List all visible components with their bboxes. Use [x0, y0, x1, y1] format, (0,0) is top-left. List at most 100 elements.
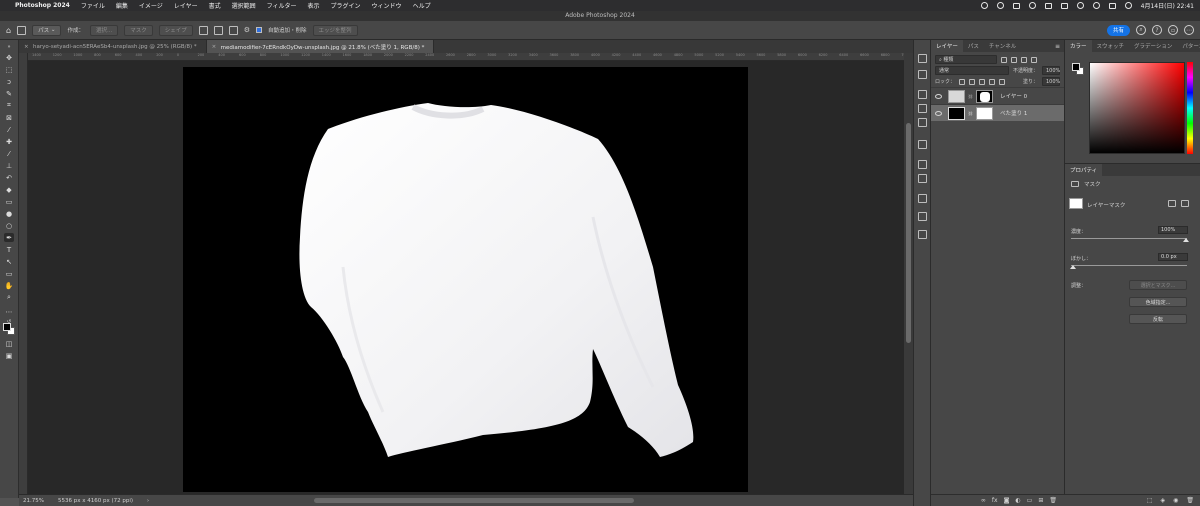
tab-paths[interactable]: パス: [963, 40, 984, 52]
battery-icon[interactable]: [1060, 2, 1068, 9]
tab-layers[interactable]: レイヤー: [931, 40, 963, 52]
color-picker-field[interactable]: [1089, 62, 1185, 154]
gear-icon[interactable]: ⚙: [244, 26, 250, 34]
styles-icon[interactable]: [918, 104, 927, 113]
type-tool-icon[interactable]: T: [4, 245, 14, 254]
eraser-tool-icon[interactable]: ◆: [4, 185, 14, 194]
quick-select-tool-icon[interactable]: ✎: [4, 89, 14, 98]
wifi-icon[interactable]: [1076, 2, 1084, 9]
close-icon[interactable]: ×: [24, 44, 29, 50]
select-and-mask-button[interactable]: 選択とマスク...: [1129, 280, 1187, 290]
adjustment-icon[interactable]: ◐: [1015, 497, 1020, 504]
hue-slider[interactable]: [1187, 62, 1193, 154]
filter-adjustment-icon[interactable]: [1011, 56, 1017, 63]
tab-swatches[interactable]: スウォッチ: [1092, 40, 1130, 52]
fill-field[interactable]: 100%: [1042, 77, 1060, 86]
lasso-tool-icon[interactable]: ↄ: [4, 77, 14, 86]
align-edges-button[interactable]: エッジを整列: [312, 24, 358, 36]
libraries-icon[interactable]: [918, 140, 927, 149]
layer-mask-thumbnail[interactable]: [976, 106, 994, 120]
control-center-icon[interactable]: [1108, 2, 1116, 9]
eyedropper-tool-icon[interactable]: ⁄: [4, 125, 14, 134]
crop-tool-icon[interactable]: ⌗: [4, 101, 14, 110]
menu-image[interactable]: イメージ: [139, 1, 163, 10]
trash-icon[interactable]: 🗑: [1049, 497, 1057, 504]
selection-button[interactable]: 選択...: [89, 24, 119, 36]
mask-button[interactable]: マスク: [124, 24, 153, 36]
adjustments-icon[interactable]: [918, 90, 927, 99]
menu-view[interactable]: 表示: [308, 1, 320, 10]
tab-patterns[interactable]: パターン: [1177, 40, 1200, 52]
zoom-level[interactable]: 21.75%: [23, 498, 44, 504]
filter-type-icon[interactable]: [1021, 56, 1027, 63]
feather-field[interactable]: 0.0 px: [1158, 253, 1188, 261]
density-field[interactable]: 100%: [1158, 226, 1188, 234]
tab-document-2[interactable]: × mediamodifier-7cERndkOyDw-unsplash.jpg…: [206, 40, 435, 53]
layer-mask-thumbnail[interactable]: [976, 89, 994, 103]
trash-icon[interactable]: 🗑: [1186, 497, 1194, 504]
lock-all-icon[interactable]: [999, 78, 1006, 85]
load-selection-icon[interactable]: ⬚: [1147, 497, 1153, 504]
auto-add-delete-checkbox[interactable]: [256, 27, 263, 33]
brush-settings-icon[interactable]: [918, 70, 927, 79]
eye-icon[interactable]: [935, 110, 942, 116]
menu-window[interactable]: ウィンドウ: [372, 1, 402, 10]
tool-mode-select[interactable]: パス ⌄: [32, 24, 62, 36]
search-icon[interactable]: ⌕: [1136, 25, 1146, 35]
pen-tool-preset-icon[interactable]: [17, 25, 27, 35]
gradient-tool-icon[interactable]: ▭: [4, 197, 14, 206]
layer-name[interactable]: レイヤー 0: [1000, 92, 1027, 100]
tab-color[interactable]: カラー: [1065, 40, 1092, 52]
siri-icon[interactable]: [1124, 2, 1132, 9]
menu-app-name[interactable]: Photoshop 2024: [15, 2, 70, 9]
density-slider-knob[interactable]: [1183, 238, 1189, 242]
rectangle-tool-icon[interactable]: ▭: [4, 269, 14, 278]
navigator-icon[interactable]: [918, 212, 927, 221]
brush-tool-icon[interactable]: ⁄: [4, 149, 14, 158]
path-operations-icon[interactable]: [198, 25, 208, 35]
feather-slider-knob[interactable]: [1070, 265, 1076, 269]
blend-mode-select[interactable]: 通常: [935, 66, 1009, 75]
record-icon[interactable]: [1028, 2, 1036, 9]
menu-help[interactable]: ヘルプ: [413, 1, 431, 10]
chevron-right-icon[interactable]: ›: [147, 498, 149, 504]
move-tool-icon[interactable]: ✥: [4, 53, 14, 62]
display-icon[interactable]: [1012, 2, 1020, 9]
path-alignment-icon[interactable]: [213, 25, 223, 35]
foreground-color-swatch[interactable]: [3, 323, 11, 331]
blur-tool-icon[interactable]: ●: [4, 209, 14, 218]
character-icon[interactable]: [918, 160, 927, 169]
filter-shape-icon[interactable]: [1031, 56, 1037, 63]
edit-toolbar-icon[interactable]: ⋯: [4, 307, 14, 316]
layer-name[interactable]: べた塗り 1: [1000, 109, 1027, 117]
link-icon[interactable]: ⛓: [968, 111, 973, 116]
properties-icon[interactable]: [918, 118, 927, 127]
help-icon[interactable]: ?: [1152, 25, 1162, 35]
color-range-button[interactable]: 色域指定...: [1129, 297, 1187, 307]
panel-menu-icon[interactable]: ≡: [1055, 43, 1060, 50]
eye-icon[interactable]: [935, 93, 942, 99]
path-arrangement-icon[interactable]: [228, 25, 238, 35]
vertical-ruler[interactable]: [19, 53, 28, 494]
apply-mask-icon[interactable]: ◈: [1161, 497, 1166, 504]
new-layer-icon[interactable]: ⊞: [1038, 497, 1043, 504]
menu-type[interactable]: 書式: [209, 1, 221, 10]
search-icon[interactable]: [1092, 2, 1100, 9]
workspace-icon[interactable]: ▫: [1168, 25, 1178, 35]
tab-channels[interactable]: チャンネル: [984, 40, 1021, 52]
horizontal-scrollbar[interactable]: [314, 498, 634, 503]
glyphs-icon[interactable]: [918, 230, 927, 239]
link-icon[interactable]: ⛓: [968, 94, 973, 99]
creative-cloud-icon[interactable]: [980, 2, 988, 9]
folder-icon[interactable]: ▭: [1027, 497, 1033, 504]
document-canvas[interactable]: [183, 67, 748, 492]
history-brush-tool-icon[interactable]: ↶: [4, 173, 14, 182]
menu-select[interactable]: 選択範囲: [232, 1, 256, 10]
select-vector-mask-icon[interactable]: [1181, 200, 1189, 207]
link-icon[interactable]: ∞: [981, 497, 986, 504]
collapse-icon[interactable]: »: [4, 42, 14, 51]
dodge-tool-icon[interactable]: ○: [4, 221, 14, 230]
tab-document-1[interactable]: × haryo-setyadi-acn5ERAeSb4-unsplash.jpg…: [19, 40, 207, 53]
layer-filter-select[interactable]: ⌕ 種類: [935, 55, 997, 64]
eye-icon[interactable]: ◉: [1173, 497, 1178, 504]
